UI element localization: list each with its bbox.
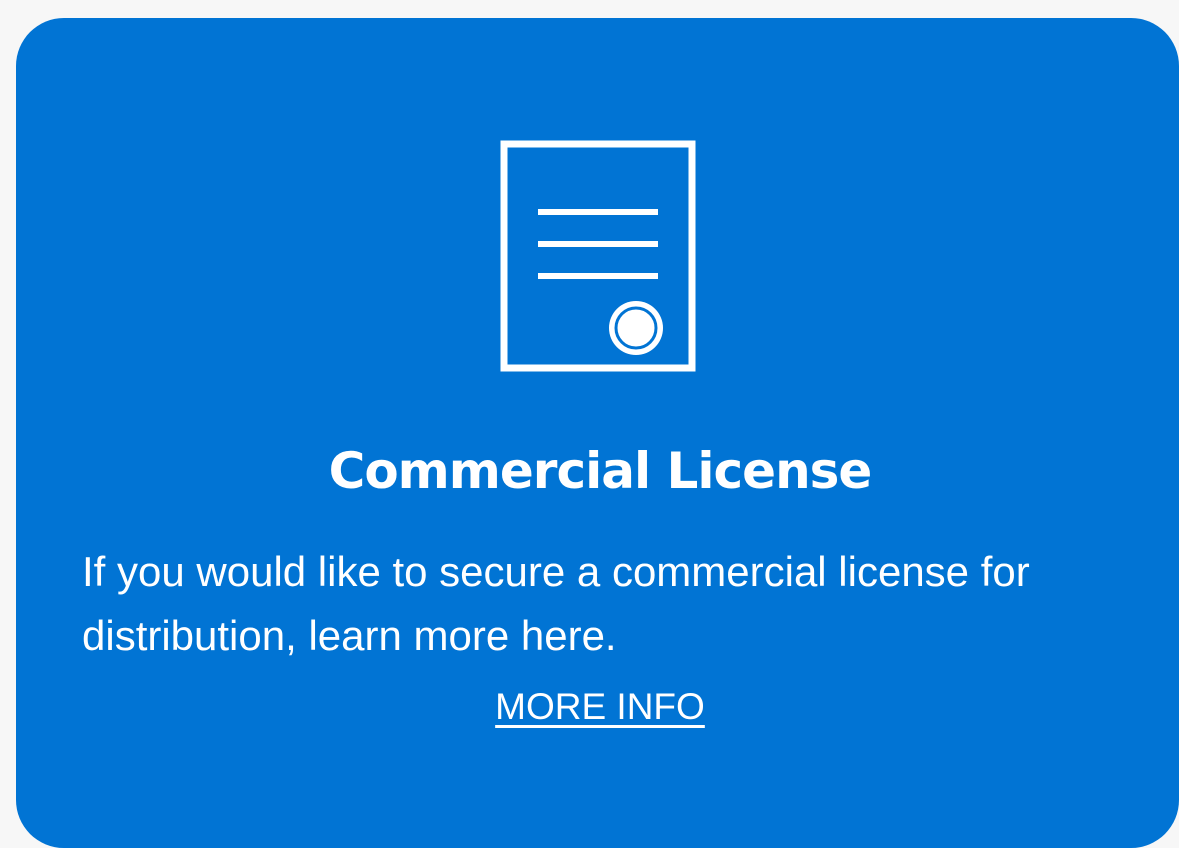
more-info-link[interactable]: MORE INFO [16,686,1179,728]
card-title: Commercial License [328,442,873,500]
commercial-license-card: Commercial License If you would like to … [16,18,1179,848]
license-certificate-icon [500,140,700,380]
card-description: If you would like to secure a commercial… [82,548,1030,659]
